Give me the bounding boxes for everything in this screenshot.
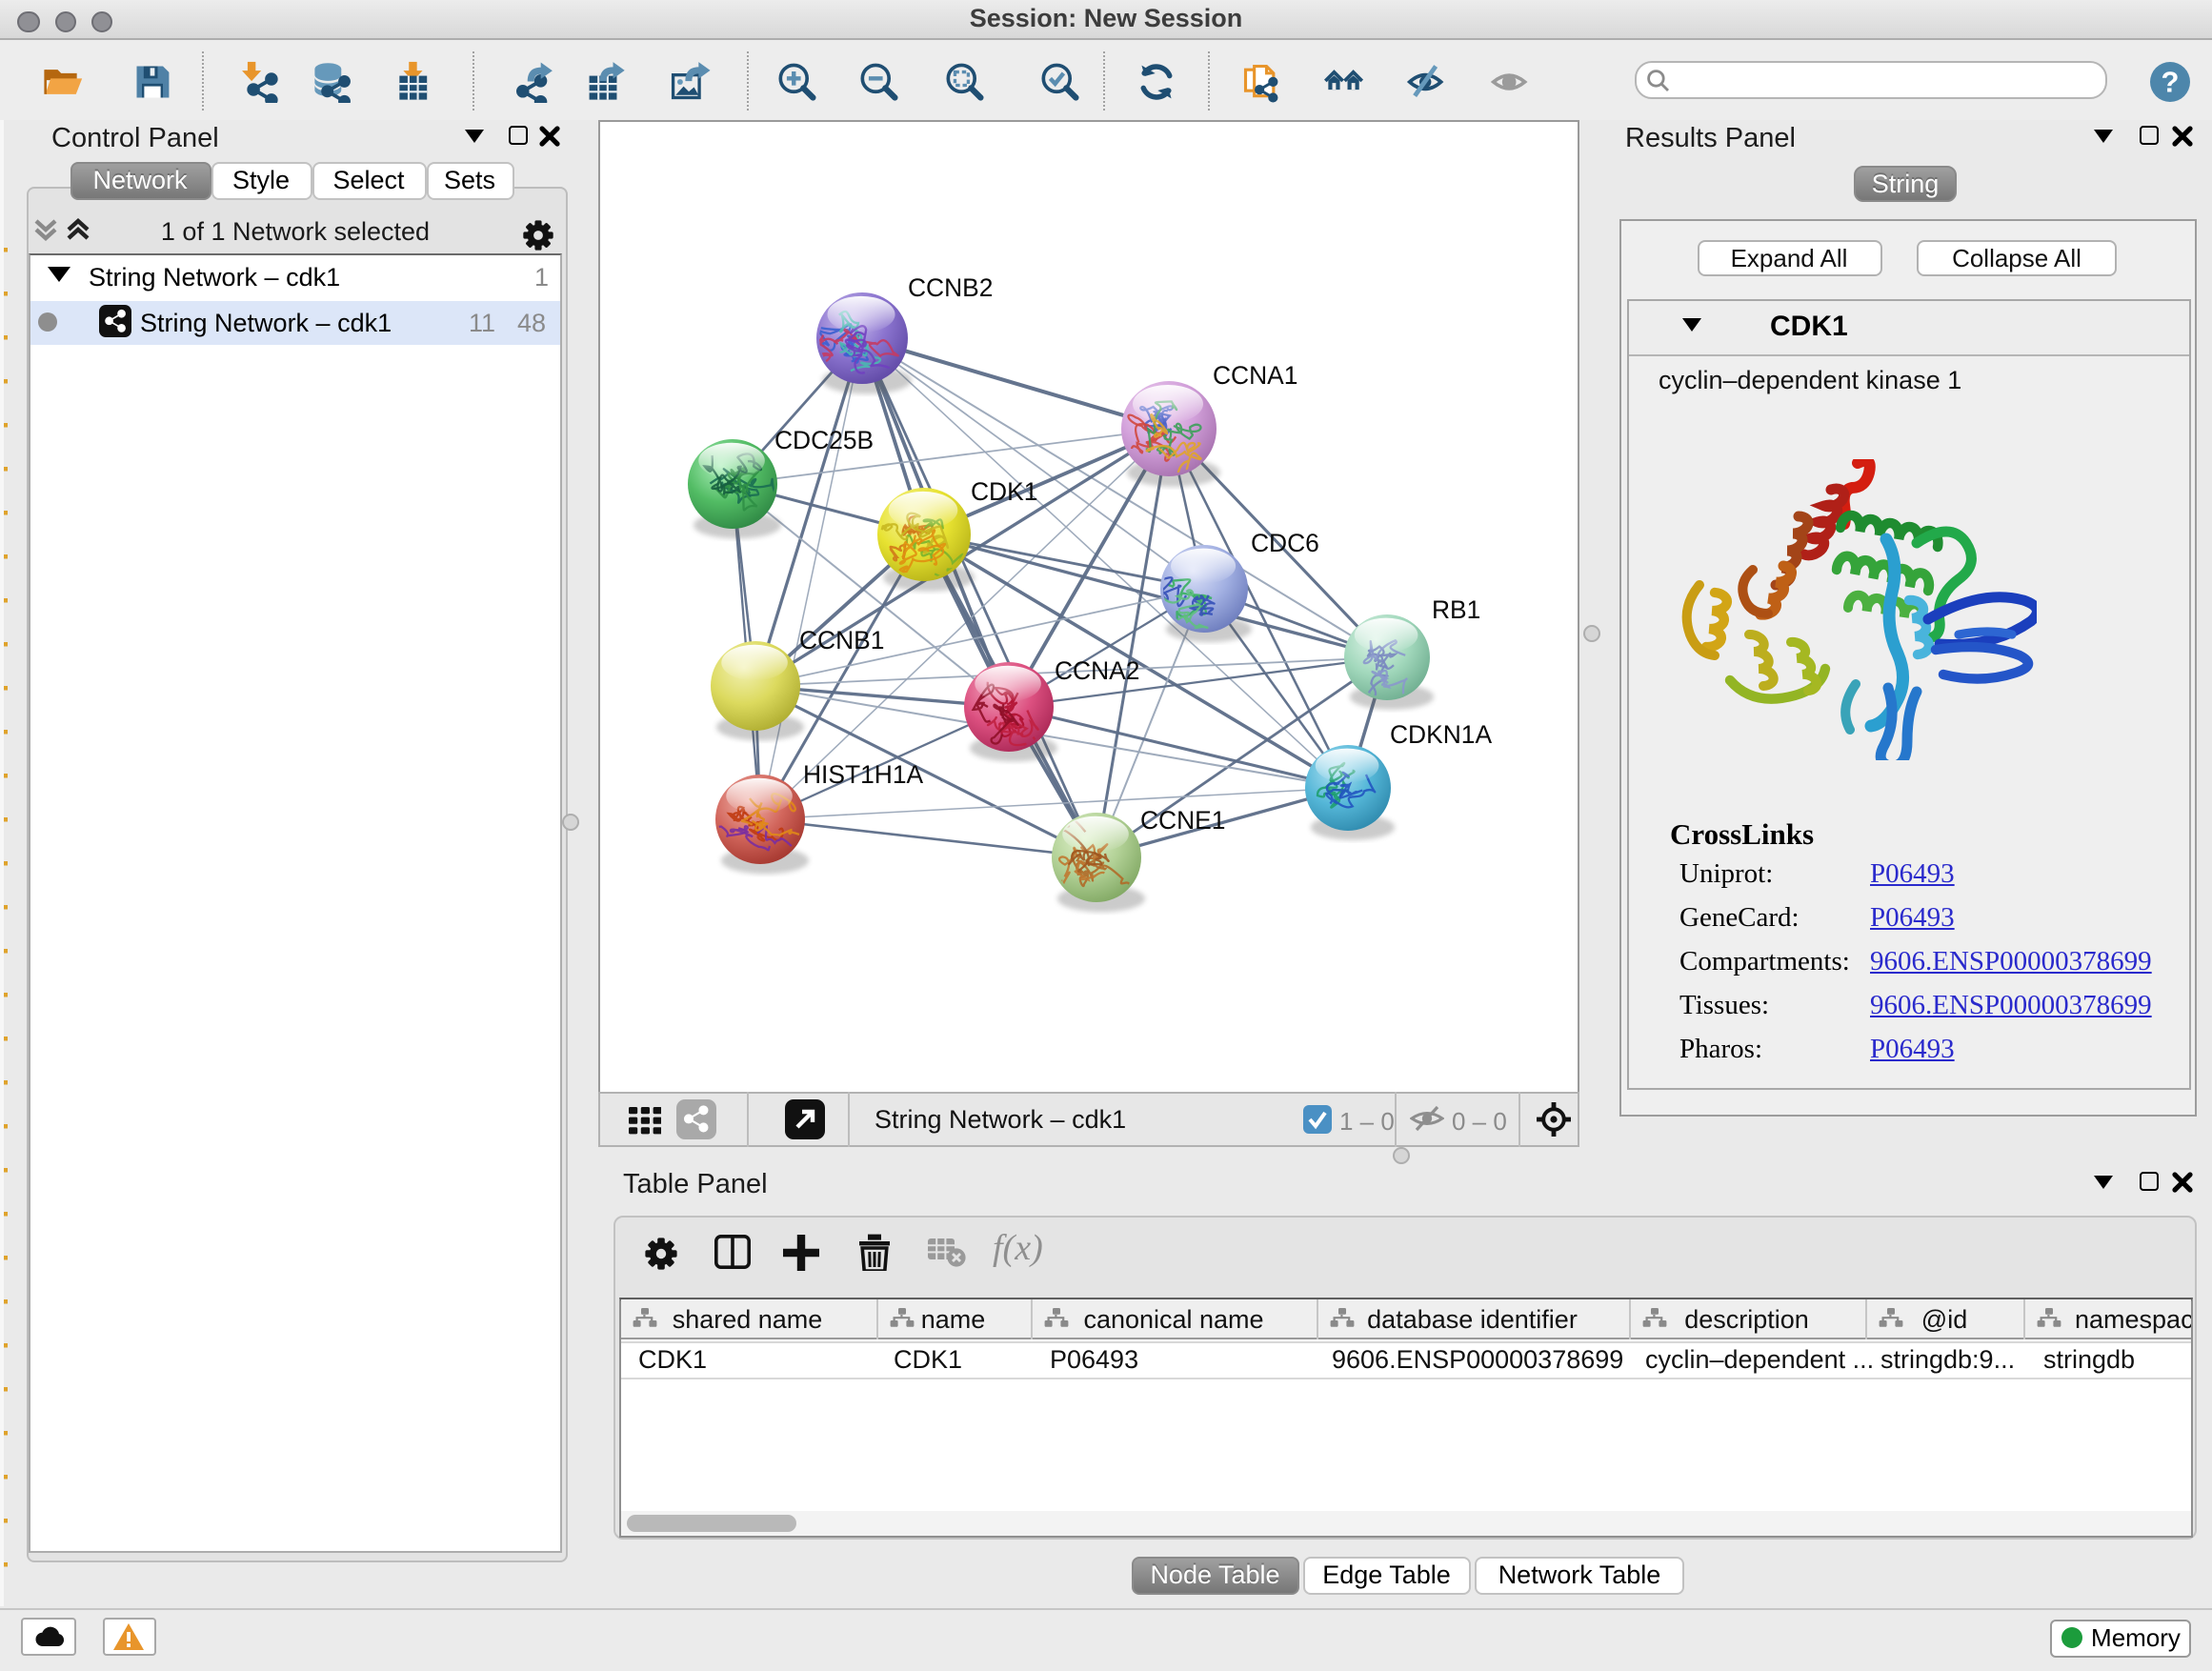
svg-text:CCNA1: CCNA1 [1212, 361, 1297, 390]
svg-text:HIST1H1A: HIST1H1A [802, 760, 923, 789]
svg-text:CCNE1: CCNE1 [1139, 806, 1224, 835]
svg-text:CDC25B: CDC25B [774, 426, 873, 454]
svg-text:CCNB1: CCNB1 [798, 626, 883, 654]
svg-text:CDK1: CDK1 [970, 477, 1036, 506]
svg-text:CDC6: CDC6 [1250, 529, 1318, 557]
svg-text:CCNB2: CCNB2 [907, 273, 992, 302]
svg-text:RB1: RB1 [1431, 595, 1479, 624]
svg-text:?: ? [2162, 65, 2180, 98]
svg-text:CCNA2: CCNA2 [1054, 656, 1138, 685]
svg-text:CDKN1A: CDKN1A [1389, 720, 1491, 749]
